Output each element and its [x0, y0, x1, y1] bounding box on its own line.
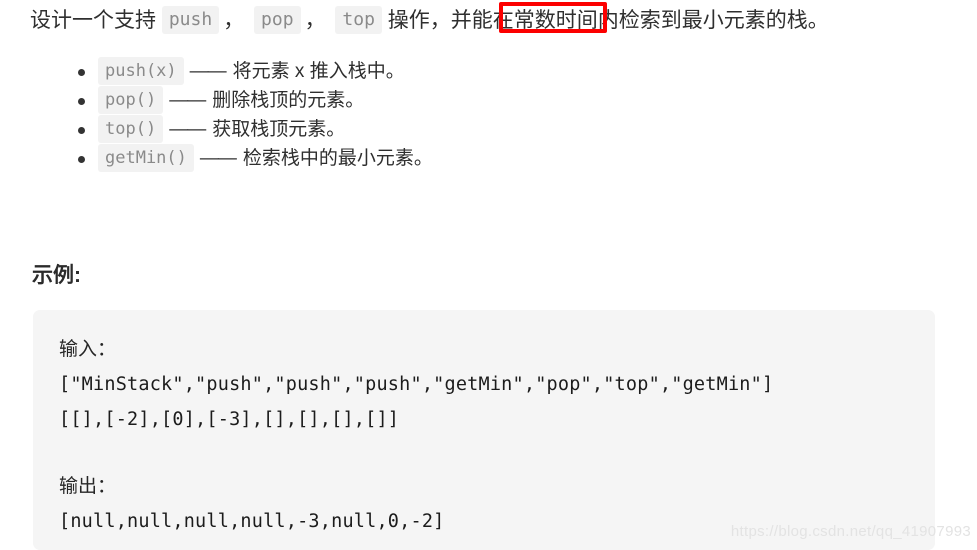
list-item: getMin() —— 检索栈中的最小元素。	[60, 144, 433, 173]
list-item: top() —— 获取栈顶元素。	[60, 115, 433, 144]
inline-code-pop: pop()	[98, 86, 164, 114]
output-label: 输出：	[59, 475, 117, 497]
intro-lead-text: 设计一个支持	[30, 9, 156, 32]
inline-code-pop: pop	[254, 6, 301, 34]
inline-code-getmin: getMin()	[98, 144, 194, 172]
list-item-label: 将元素 x 推入栈中。	[232, 61, 405, 82]
intro-paragraph: 设计一个支持 push， pop， top 操作，并能在常数时间内检索到最小元素…	[30, 4, 950, 38]
input-code-line-2: [[],[-2],[0],[-3],[],[],[],[]]	[59, 409, 400, 430]
operations-list: push(x) —— 将元素 x 推入栈中。 pop() —— 删除栈顶的元素。 top…	[60, 57, 433, 173]
inline-code-top: top	[335, 6, 382, 34]
inline-code-push-x: push(x)	[98, 57, 184, 85]
list-item: pop() —— 删除栈顶的元素。	[60, 86, 433, 115]
list-item-label: 获取栈顶元素。	[212, 119, 346, 140]
em-dash: ——	[169, 119, 206, 140]
intro-middle-text: 操作，并能在	[387, 9, 514, 32]
code-block-spacer	[59, 437, 909, 469]
em-dash: ——	[199, 148, 237, 169]
list-item-label: 删除栈顶的元素。	[212, 90, 365, 111]
list-item: push(x) —— 将元素 x 推入栈中。	[60, 57, 433, 86]
em-dash: ——	[189, 61, 227, 82]
intro-highlight-text: 常数时间内	[513, 9, 619, 32]
intro-tail-text: 检索到最小元素的栈。	[618, 9, 829, 32]
inline-code-top: top()	[98, 115, 164, 143]
intro-separator-2: ，	[304, 9, 326, 32]
list-item-label: 检索栈中的最小元素。	[242, 148, 433, 169]
example-code-block: 输入： ["MinStack","push","push","push","ge…	[33, 310, 935, 550]
input-code-line-1: ["MinStack","push","push","push","getMin…	[59, 374, 774, 395]
example-heading: 示例:	[32, 264, 81, 287]
input-label: 输入：	[59, 338, 117, 360]
watermark-text: https://blog.csdn.net/qq_41907993	[730, 523, 971, 540]
intro-separator-1: ，	[223, 9, 245, 32]
em-dash: ——	[169, 90, 206, 111]
inline-code-push: push	[161, 6, 220, 34]
